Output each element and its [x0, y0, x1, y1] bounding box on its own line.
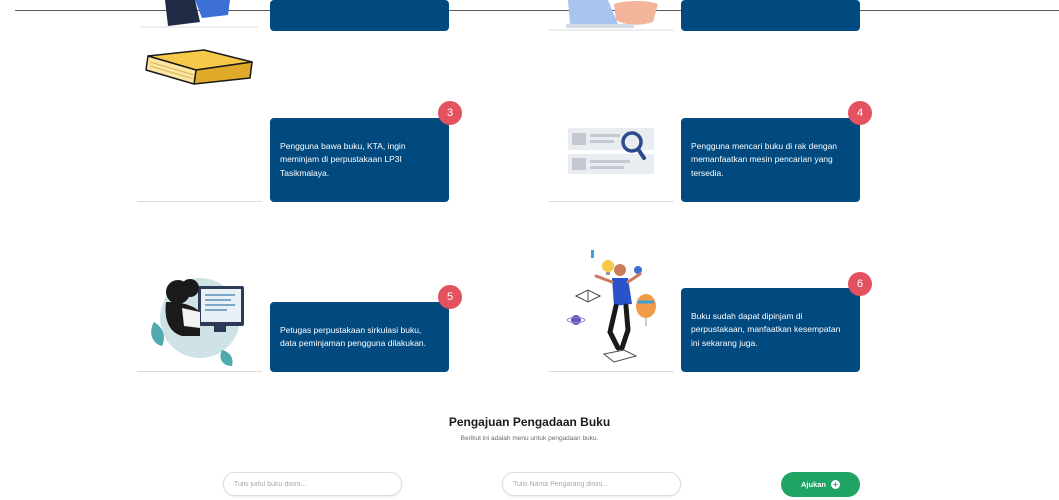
step-card-5: Petugas perpustakaan sirkulasi buku, dat… — [270, 302, 449, 372]
step-text-5: Petugas perpustakaan sirkulasi buku, dat… — [280, 324, 427, 349]
illustration-baseline-4 — [548, 201, 674, 202]
submit-button-label: Ajukan — [800, 480, 826, 489]
book-illustration — [145, 49, 253, 85]
procurement-title: Pengajuan Pengadaan Buku — [448, 415, 611, 429]
step-badge-4: 4 — [848, 101, 872, 125]
laptop-illustration-partial — [548, 0, 674, 31]
illustration-baseline-6 — [548, 371, 674, 372]
step-text-6: Buku sudah dapat dipinjam di perpustakaa… — [691, 310, 841, 348]
author-name-input[interactable] — [502, 472, 681, 496]
step-card-partial-left — [270, 0, 449, 31]
illustration-baseline-5 — [137, 371, 262, 372]
submit-button[interactable]: Ajukan + — [781, 472, 860, 497]
step-card-6: Buku sudah dapat dipinjam di perpustakaa… — [681, 288, 860, 372]
step-text-3: Pengguna bawa buku, KTA, ingin meminjam … — [280, 140, 406, 178]
librarian-illustration — [151, 278, 244, 366]
plus-circle-icon: + — [831, 480, 840, 489]
step-text-4: Pengguna mencari buku di rak dengan mema… — [691, 140, 838, 178]
book-title-input[interactable] — [223, 472, 402, 496]
illustration-baseline-3 — [137, 201, 262, 202]
person-illustration-partial — [140, 0, 258, 28]
step-badge-6: 6 — [848, 272, 872, 296]
step-card-4: Pengguna mencari buku di rak dengan mema… — [681, 118, 860, 202]
jumping-person-illustration — [566, 250, 656, 363]
step-badge-3: 3 — [438, 101, 462, 125]
search-illustration — [568, 128, 654, 174]
step-badge-5: 5 — [438, 285, 462, 309]
step-card-3: Pengguna bawa buku, KTA, ingin meminjam … — [270, 118, 449, 202]
procurement-subtitle: Berikut ini adalah menu untuk pengadaan … — [460, 435, 599, 442]
step-card-partial-right — [681, 0, 860, 31]
